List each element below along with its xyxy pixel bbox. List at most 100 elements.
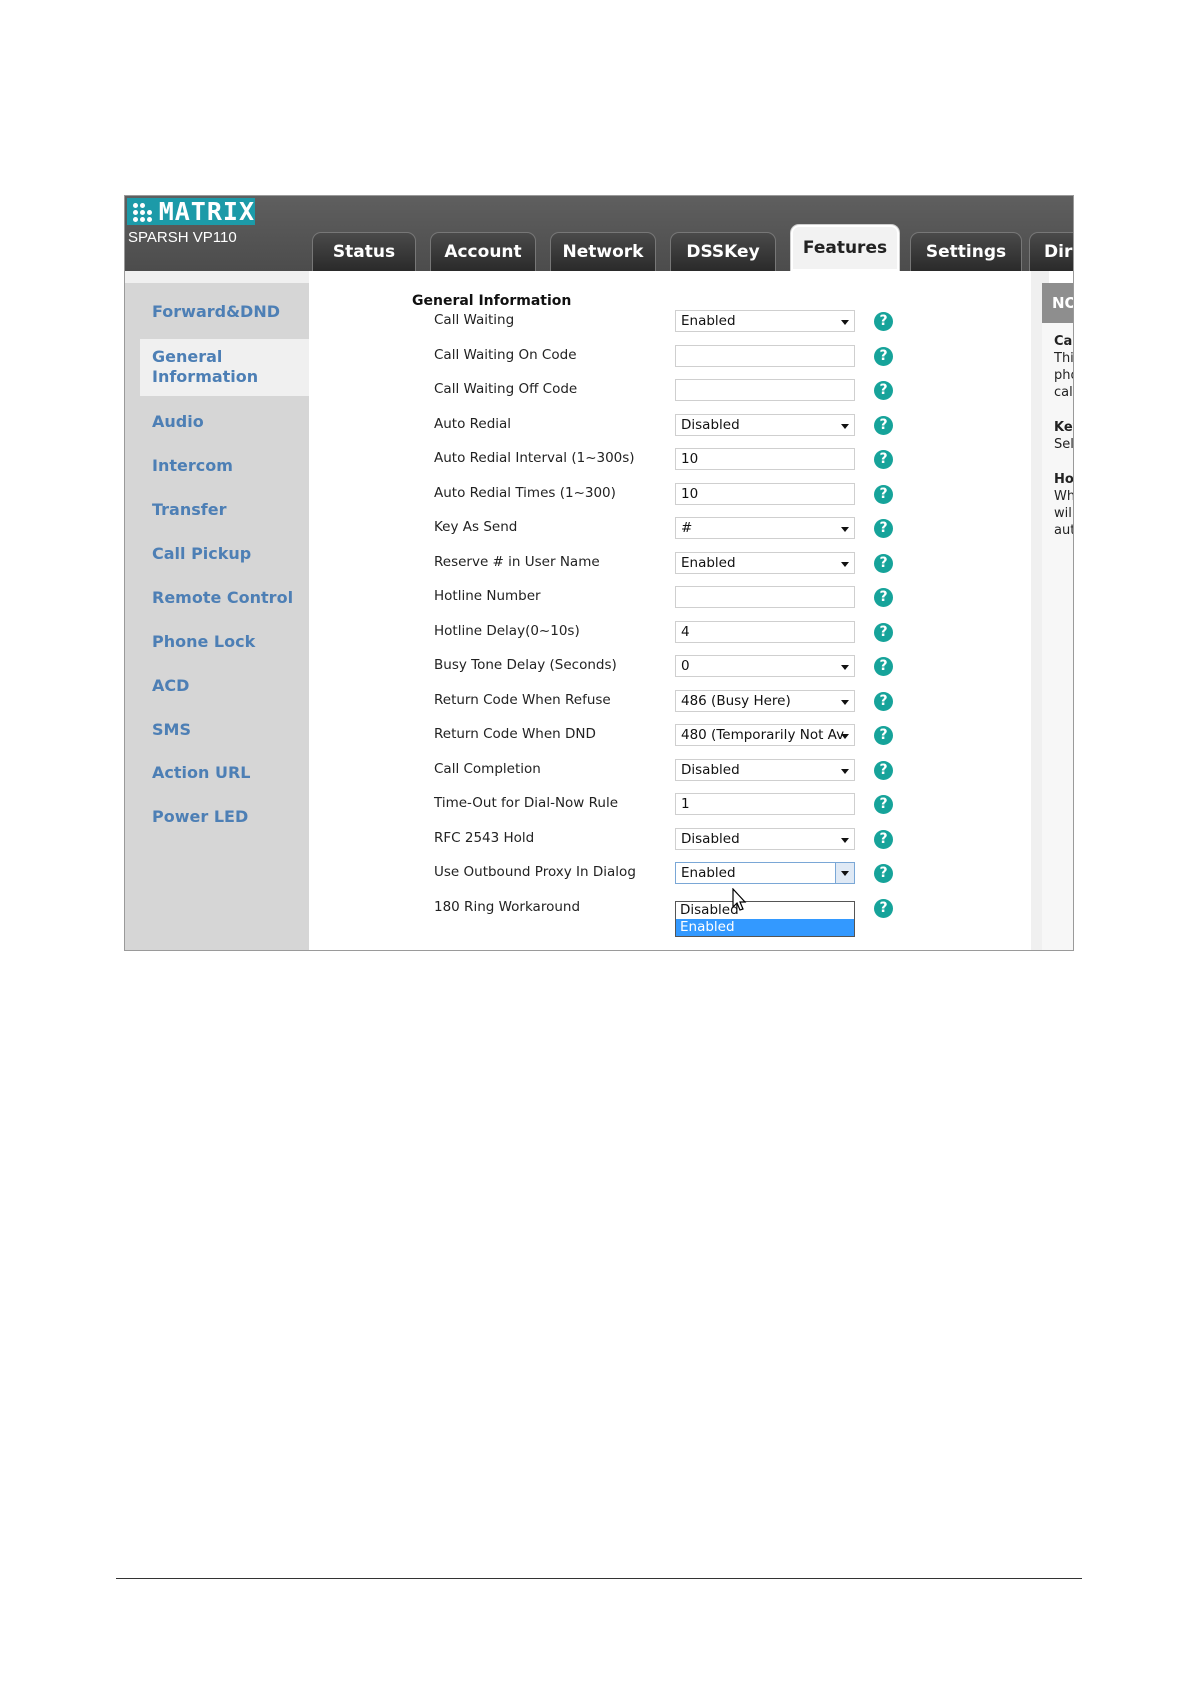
dropdown-option-disabled[interactable]: Disabled: [676, 902, 854, 919]
field-value: Enabled: [681, 313, 736, 329]
label-180-ring-workaround: 180 Ring Workaround: [434, 899, 581, 915]
note-line: Cal: [1054, 334, 1073, 349]
logo-dots-icon: [131, 201, 157, 223]
matrix-logo: MATRIX: [127, 198, 255, 225]
mouse-pointer-icon: [732, 888, 747, 911]
field-value: Enabled: [681, 555, 736, 571]
field-value: Disabled: [681, 417, 740, 433]
field-value: 0: [681, 658, 690, 674]
sidebar-item-phone-lock[interactable]: Phone Lock: [152, 632, 255, 652]
select-call-waiting[interactable]: Enabled: [675, 310, 855, 332]
tab-directory[interactable]: Dire: [1029, 232, 1073, 271]
notes-panel: Cal Thi pho call Key Sel Hot Wh will aut: [1042, 323, 1074, 950]
input-auto-redial-interval-1-300s[interactable]: 10: [675, 448, 855, 470]
dropdown-list[interactable]: Disabled Enabled: [675, 901, 855, 937]
help-icon[interactable]: ?: [874, 450, 893, 469]
note-line: Wh: [1054, 489, 1074, 504]
help-icon[interactable]: ?: [874, 519, 893, 538]
tab-network[interactable]: Network: [550, 232, 656, 271]
select-auto-redial[interactable]: Disabled: [675, 414, 855, 436]
note-line: will: [1054, 506, 1074, 521]
help-icon[interactable]: ?: [874, 726, 893, 745]
select-busy-tone-delay-seconds[interactable]: 0: [675, 655, 855, 677]
field-value: #: [681, 520, 693, 536]
input-auto-redial-times-1-300[interactable]: 10: [675, 483, 855, 505]
help-icon[interactable]: ?: [874, 588, 893, 607]
select-return-code-when-refuse[interactable]: 486 (Busy Here): [675, 690, 855, 712]
help-icon[interactable]: ?: [874, 864, 893, 883]
label-use-outbound-proxy-in-dialog: Use Outbound Proxy In Dialog: [434, 864, 636, 880]
help-icon[interactable]: ?: [874, 623, 893, 642]
help-icon[interactable]: ?: [874, 554, 893, 573]
help-icon[interactable]: ?: [874, 692, 893, 711]
sidebar-item-forward-dnd[interactable]: Forward&DND: [152, 302, 280, 322]
label-auto-redial-times-1-300: Auto Redial Times (1~300): [434, 485, 616, 501]
label-auto-redial-interval-1-300s: Auto Redial Interval (1~300s): [434, 450, 635, 466]
help-icon[interactable]: ?: [874, 761, 893, 780]
field-value: 10: [681, 451, 699, 467]
label-busy-tone-delay-seconds: Busy Tone Delay (Seconds): [434, 657, 617, 673]
help-icon[interactable]: ?: [874, 795, 893, 814]
select-reserve-in-user-name[interactable]: Enabled: [675, 552, 855, 574]
field-value: 10: [681, 486, 699, 502]
note-line: pho: [1054, 368, 1073, 383]
screenshot-frame: MATRIX SPARSH VP110 Status Account Netwo…: [124, 195, 1074, 951]
sidebar-item-intercom[interactable]: Intercom: [152, 456, 233, 476]
sidebar-item-general-information[interactable]: General Information: [152, 347, 258, 387]
sidebar-item-acd[interactable]: ACD: [152, 676, 189, 696]
note-line: Key: [1054, 420, 1073, 435]
input-time-out-for-dial-now-rule[interactable]: 1: [675, 793, 855, 815]
sidebar-item-label-line2: Information: [152, 367, 259, 386]
sidebar-item-sms[interactable]: SMS: [152, 720, 191, 740]
select-call-completion[interactable]: Disabled: [675, 759, 855, 781]
field-value: 480 (Temporarily Not Av: [681, 727, 845, 743]
label-return-code-when-refuse: Return Code When Refuse: [434, 692, 611, 708]
input-call-waiting-off-code[interactable]: [675, 379, 855, 401]
select-key-as-send[interactable]: #: [675, 517, 855, 539]
note-line: Sel: [1054, 437, 1074, 452]
note-line: aut: [1054, 523, 1074, 538]
select-rfc-2543-hold[interactable]: Disabled: [675, 828, 855, 850]
dropdown-arrow-button[interactable]: [835, 863, 854, 883]
sidebar-item-power-led[interactable]: Power LED: [152, 807, 248, 827]
help-icon[interactable]: ?: [874, 485, 893, 504]
help-icon[interactable]: ?: [874, 899, 893, 918]
help-icon[interactable]: ?: [874, 312, 893, 331]
sidebar-item-transfer[interactable]: Transfer: [152, 500, 226, 520]
input-hotline-delay-0-10s[interactable]: 4: [675, 621, 855, 643]
label-key-as-send: Key As Send: [434, 519, 518, 535]
section-title: General Information: [412, 293, 572, 309]
label-call-waiting-on-code: Call Waiting On Code: [434, 347, 577, 363]
phone-model: SPARSH VP110: [128, 229, 237, 246]
tab-account[interactable]: Account: [430, 232, 536, 271]
tab-dsskey[interactable]: DSSKey: [670, 232, 776, 271]
label-call-completion: Call Completion: [434, 761, 541, 777]
tab-settings[interactable]: Settings: [910, 232, 1022, 271]
field-value: Enabled: [681, 865, 736, 881]
tab-status[interactable]: Status: [312, 232, 416, 271]
logo-text: MATRIX: [158, 197, 255, 226]
header-bar: MATRIX SPARSH VP110 Status Account Netwo…: [125, 196, 1073, 271]
help-icon[interactable]: ?: [874, 416, 893, 435]
label-hotline-delay-0-10s: Hotline Delay(0~10s): [434, 623, 580, 639]
sidebar-item-action-url[interactable]: Action URL: [152, 763, 250, 783]
input-call-waiting-on-code[interactable]: [675, 345, 855, 367]
sidebar-item-remote-control[interactable]: Remote Control: [152, 588, 293, 608]
page-footer-rule: [116, 1578, 1082, 1579]
help-icon[interactable]: ?: [874, 381, 893, 400]
sidebar-item-audio[interactable]: Audio: [152, 412, 204, 432]
tab-features[interactable]: Features: [790, 224, 900, 271]
label-auto-redial: Auto Redial: [434, 416, 512, 432]
select-return-code-when-dnd[interactable]: 480 (Temporarily Not Av: [675, 724, 855, 746]
label-rfc-2543-hold: RFC 2543 Hold: [434, 830, 535, 846]
field-value: 486 (Busy Here): [681, 693, 791, 709]
input-hotline-number[interactable]: [675, 586, 855, 608]
note-line: Thi: [1054, 351, 1074, 366]
sidebar-item-label-line1: General: [152, 347, 223, 366]
help-icon[interactable]: ?: [874, 657, 893, 676]
help-icon[interactable]: ?: [874, 347, 893, 366]
help-icon[interactable]: ?: [874, 830, 893, 849]
select-use-outbound-proxy-in-dialog[interactable]: Enabled: [675, 862, 855, 884]
sidebar-item-call-pickup[interactable]: Call Pickup: [152, 544, 251, 564]
dropdown-option-enabled[interactable]: Enabled: [676, 919, 854, 936]
